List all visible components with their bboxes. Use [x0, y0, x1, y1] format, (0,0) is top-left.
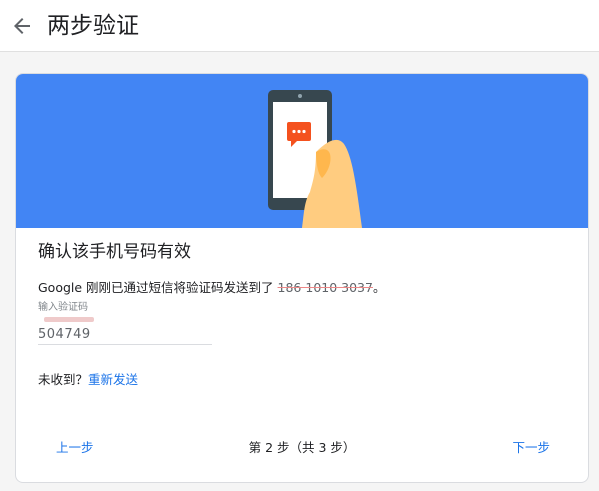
- back-button[interactable]: [10, 14, 34, 38]
- card-title: 确认该手机号码有效: [38, 242, 191, 262]
- page-title: 两步验证: [47, 13, 139, 39]
- prev-button[interactable]: 上一步: [56, 438, 94, 458]
- description-prefix: Google 刚刚已通过短信将验证码发送到了: [38, 280, 278, 295]
- code-field-label: 输入验证码: [38, 302, 88, 313]
- description-suffix: 。: [372, 280, 386, 295]
- resend-row: 未收到？重新发送: [38, 370, 138, 390]
- verification-code-field: 输入验证码: [38, 300, 212, 346]
- app-header: 两步验证: [0, 0, 599, 52]
- card-description: Google 刚刚已通过短信将验证码发送到了 186 1010 3037。: [38, 278, 385, 298]
- resend-prompt: 未收到？: [38, 372, 89, 387]
- redaction-mark: [44, 317, 94, 322]
- verification-card: 确认该手机号码有效 Google 刚刚已通过短信将验证码发送到了 186 101…: [15, 73, 589, 483]
- step-indicator: 第 2 步（共 3 步）: [248, 440, 356, 455]
- next-button[interactable]: 下一步: [512, 438, 550, 458]
- phone-number-redacted: 186 1010 3037: [277, 280, 373, 295]
- code-input[interactable]: [38, 324, 212, 345]
- phone-sms-illustration: [268, 90, 362, 228]
- resend-link[interactable]: 重新发送: [88, 372, 138, 387]
- hero-banner: [16, 74, 588, 228]
- arrow-back-icon: [14, 18, 30, 34]
